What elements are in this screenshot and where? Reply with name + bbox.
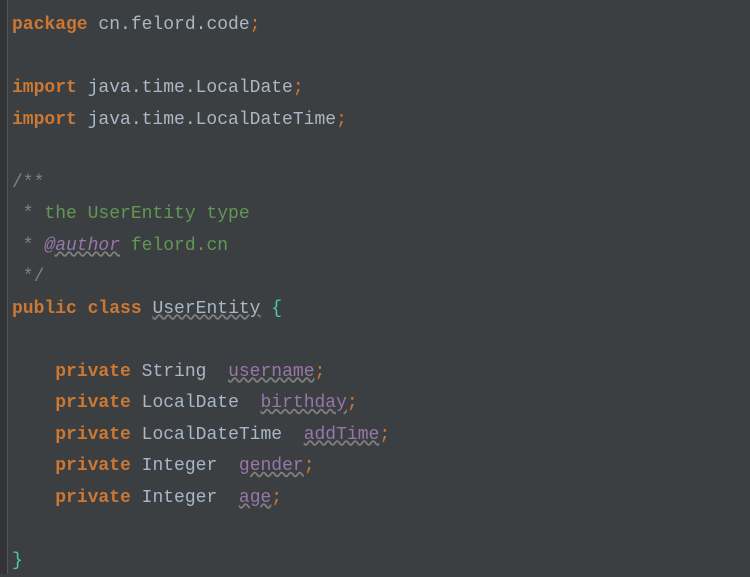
keyword-private: private bbox=[55, 425, 131, 445]
keyword-package: package bbox=[12, 15, 88, 35]
code-line[interactable]: /** bbox=[12, 168, 750, 200]
code-line[interactable]: * @author felord.cn bbox=[12, 231, 750, 263]
type-localdate: LocalDate bbox=[142, 393, 239, 413]
code-line[interactable]: package cn.felord.code; bbox=[12, 10, 750, 42]
semicolon: ; bbox=[250, 15, 261, 35]
javadoc-author-tag: @author bbox=[44, 236, 120, 256]
semicolon: ; bbox=[293, 78, 304, 98]
semicolon: ; bbox=[336, 110, 347, 130]
keyword-import: import bbox=[12, 78, 77, 98]
javadoc-prefix: * bbox=[12, 204, 44, 224]
editor-gutter bbox=[0, 0, 8, 574]
code-line[interactable]: private Integer gender; bbox=[12, 451, 750, 483]
import-path: java.time.LocalDateTime bbox=[77, 110, 336, 130]
type-integer: Integer bbox=[142, 456, 218, 476]
code-line[interactable]: import java.time.LocalDate; bbox=[12, 73, 750, 105]
code-line-empty[interactable] bbox=[12, 42, 750, 74]
semicolon: ; bbox=[304, 456, 315, 476]
code-line[interactable]: * the UserEntity type bbox=[12, 199, 750, 231]
semicolon: ; bbox=[379, 425, 390, 445]
code-line-empty[interactable] bbox=[12, 514, 750, 546]
keyword-public: public bbox=[12, 299, 77, 319]
code-line[interactable]: import java.time.LocalDateTime; bbox=[12, 105, 750, 137]
code-line[interactable]: private LocalDateTime addTime; bbox=[12, 420, 750, 452]
code-line[interactable]: */ bbox=[12, 262, 750, 294]
keyword-private: private bbox=[55, 488, 131, 508]
type-string: String bbox=[142, 362, 207, 382]
code-line[interactable]: } bbox=[12, 546, 750, 577]
field-addtime: addTime bbox=[304, 425, 380, 445]
keyword-import: import bbox=[12, 110, 77, 130]
open-brace: { bbox=[271, 299, 282, 319]
code-line-empty[interactable] bbox=[12, 325, 750, 357]
semicolon: ; bbox=[271, 488, 282, 508]
code-line[interactable]: private String username; bbox=[12, 357, 750, 389]
semicolon: ; bbox=[315, 362, 326, 382]
semicolon: ; bbox=[347, 393, 358, 413]
keyword-class: class bbox=[88, 299, 142, 319]
package-path: cn.felord.code bbox=[88, 15, 250, 35]
code-line[interactable]: private LocalDate birthday; bbox=[12, 388, 750, 420]
close-brace: } bbox=[12, 551, 23, 571]
code-line[interactable]: public class UserEntity { bbox=[12, 294, 750, 326]
type-integer: Integer bbox=[142, 488, 218, 508]
javadoc-end: */ bbox=[12, 267, 44, 287]
javadoc-prefix: * bbox=[12, 236, 44, 256]
keyword-private: private bbox=[55, 456, 131, 476]
type-localdatetime: LocalDateTime bbox=[142, 425, 282, 445]
field-gender: gender bbox=[239, 456, 304, 476]
code-line-empty[interactable] bbox=[12, 136, 750, 168]
keyword-private: private bbox=[55, 393, 131, 413]
field-birthday: birthday bbox=[260, 393, 346, 413]
javadoc-author-text: felord.cn bbox=[120, 236, 228, 256]
class-name: UserEntity bbox=[152, 299, 260, 319]
field-username: username bbox=[228, 362, 314, 382]
import-path: java.time.LocalDate bbox=[77, 78, 293, 98]
code-editor[interactable]: package cn.felord.code; import java.time… bbox=[0, 10, 750, 577]
code-line[interactable]: private Integer age; bbox=[12, 483, 750, 515]
keyword-private: private bbox=[55, 362, 131, 382]
javadoc-text: the UserEntity type bbox=[44, 204, 249, 224]
javadoc-start: /** bbox=[12, 173, 44, 193]
field-age: age bbox=[239, 488, 271, 508]
